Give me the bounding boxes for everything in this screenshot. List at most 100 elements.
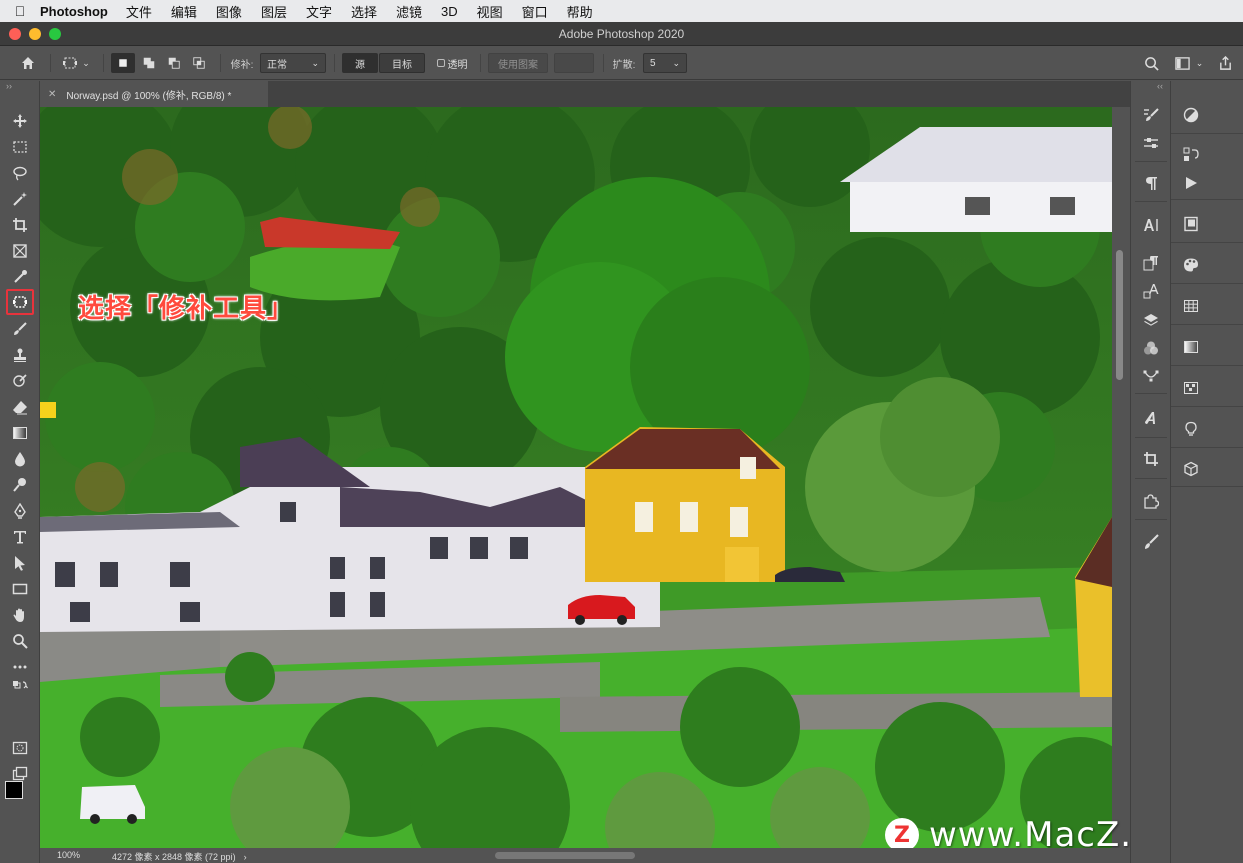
- menu-file[interactable]: 文件: [126, 2, 152, 21]
- menu-layer[interactable]: 图层: [261, 2, 287, 21]
- more-tools-icon[interactable]: [8, 656, 32, 678]
- patch-preset-icon: [63, 57, 78, 69]
- eraser-tool-icon[interactable]: [8, 396, 32, 418]
- share-icon[interactable]: [1214, 53, 1236, 73]
- crop-tool-icon[interactable]: [8, 214, 32, 236]
- quick-mask-icon[interactable]: [8, 737, 32, 759]
- menu-filter[interactable]: 滤镜: [396, 2, 422, 21]
- target-button[interactable]: 目标: [379, 53, 425, 73]
- gradients-icon[interactable]: [1181, 337, 1201, 357]
- channels-icon[interactable]: [1141, 338, 1161, 358]
- paths-icon[interactable]: [1141, 366, 1161, 386]
- history-icon[interactable]: [1181, 145, 1201, 165]
- add-selection-button[interactable]: [138, 53, 160, 73]
- color-swatches[interactable]: [5, 781, 35, 811]
- use-pattern-button[interactable]: 使用图案: [488, 53, 548, 73]
- vertical-scrollbar-thumb[interactable]: [1116, 250, 1123, 380]
- blur-tool-icon[interactable]: [8, 448, 32, 470]
- magic-wand-tool-icon[interactable]: [8, 188, 32, 210]
- dodge-tool-icon[interactable]: [8, 474, 32, 496]
- patch-tool-icon[interactable]: [6, 289, 34, 315]
- chevron-down-icon: ⌄: [82, 57, 90, 68]
- pen-tool-icon[interactable]: [8, 500, 32, 522]
- actions-play-icon[interactable]: [1181, 173, 1201, 193]
- intersect-selection-icon: [193, 57, 205, 69]
- zoom-level[interactable]: 100%: [57, 850, 80, 860]
- menu-image[interactable]: 图像: [216, 2, 242, 21]
- intersect-selection-button[interactable]: [188, 53, 210, 73]
- brush-tool-icon[interactable]: [8, 318, 32, 340]
- menu-select[interactable]: 选择: [351, 2, 377, 21]
- patterns-icon[interactable]: [1181, 378, 1201, 398]
- tool-presets-icon[interactable]: [1141, 532, 1161, 552]
- vertical-scrollbar[interactable]: [1112, 107, 1130, 848]
- swatches-grid-icon[interactable]: [1181, 296, 1201, 316]
- paragraph-icon[interactable]: [1141, 173, 1161, 193]
- tool-preset-picker[interactable]: ⌄: [56, 53, 96, 73]
- diffusion-select[interactable]: 5 ⌄: [643, 53, 687, 73]
- history-brush-tool-icon[interactable]: [8, 370, 32, 392]
- 3d-icon[interactable]: [1181, 459, 1201, 479]
- zoom-tool-icon[interactable]: [8, 630, 32, 652]
- paragraph-styles-icon[interactable]: [1141, 253, 1161, 273]
- frame-tool-icon[interactable]: [8, 240, 32, 262]
- subtract-selection-button[interactable]: [163, 53, 185, 73]
- brushes-icon[interactable]: [1141, 133, 1161, 153]
- home-icon[interactable]: [14, 53, 42, 73]
- collapse-toolbar-icon[interactable]: ››: [6, 81, 12, 91]
- rectangle-tool-icon[interactable]: [8, 578, 32, 600]
- move-tool-icon[interactable]: [8, 110, 32, 132]
- menu-type[interactable]: 文字: [306, 2, 332, 21]
- patch-mode-select[interactable]: 正常 ⌄: [260, 53, 326, 73]
- pattern-picker[interactable]: [554, 53, 594, 73]
- collapse-panels-icon[interactable]: ‹‹: [1157, 81, 1163, 91]
- patch-mode-value: 正常: [267, 59, 287, 71]
- chevron-down-icon: ⌄: [311, 57, 319, 68]
- color-palette-icon[interactable]: [1181, 255, 1201, 275]
- menu-view[interactable]: 视图: [477, 2, 503, 21]
- transparent-checkbox[interactable]: 透明: [432, 53, 472, 73]
- document-canvas[interactable]: [40, 107, 1112, 848]
- add-selection-icon: [143, 57, 155, 69]
- transparent-label: 透明: [447, 59, 468, 71]
- document-info[interactable]: 4272 像素 x 2848 像素 (72 ppi) ›: [112, 850, 247, 863]
- menu-app-name[interactable]: Photoshop: [40, 4, 108, 19]
- diffusion-value: 5: [650, 57, 656, 69]
- source-button[interactable]: 源: [342, 53, 378, 73]
- path-selection-tool-icon[interactable]: [8, 552, 32, 574]
- chevron-down-icon: ⌄: [1195, 57, 1204, 68]
- glyphs-icon[interactable]: [1141, 408, 1161, 428]
- search-icon[interactable]: [1140, 53, 1162, 73]
- apple-icon[interactable]: : [0, 3, 40, 19]
- status-bar: 100% 4272 像素 x 2848 像素 (72 ppi) ›: [40, 848, 1130, 863]
- gradient-tool-icon[interactable]: [8, 422, 32, 444]
- menu-help[interactable]: 帮助: [567, 2, 593, 21]
- swap-colors-icon[interactable]: [8, 679, 32, 695]
- menu-edit[interactable]: 编辑: [171, 2, 197, 21]
- document-tab[interactable]: ✕ Norway.psd @ 100% (修补, RGB/8) *: [40, 81, 268, 107]
- character-styles-icon[interactable]: [1141, 281, 1161, 301]
- character-icon[interactable]: [1141, 215, 1161, 235]
- libraries-icon[interactable]: [1181, 214, 1201, 234]
- libraries-puzzle-icon[interactable]: [1141, 491, 1161, 511]
- properties-crop-icon[interactable]: [1141, 449, 1161, 469]
- learn-lightbulb-icon[interactable]: [1181, 419, 1201, 439]
- lasso-tool-icon[interactable]: [8, 162, 32, 184]
- workspace-switcher[interactable]: ⌄: [1170, 53, 1208, 73]
- patch-label: 修补:: [230, 59, 254, 71]
- new-selection-icon: [119, 59, 127, 67]
- layers-icon[interactable]: [1141, 310, 1161, 330]
- adjustments-icon[interactable]: [1181, 105, 1201, 125]
- horizontal-scrollbar-thumb[interactable]: [495, 852, 635, 859]
- menu-3d[interactable]: 3D: [441, 4, 458, 19]
- menu-window[interactable]: 窗口: [522, 2, 548, 21]
- close-tab-icon[interactable]: ✕: [48, 89, 56, 100]
- eyedropper-tool-icon[interactable]: [8, 266, 32, 288]
- type-tool-icon[interactable]: [8, 526, 32, 548]
- brush-settings-icon[interactable]: [1141, 105, 1161, 125]
- marquee-tool-icon[interactable]: [8, 136, 32, 158]
- screen-mode-icon[interactable]: [8, 763, 32, 785]
- stamp-tool-icon[interactable]: [8, 344, 32, 366]
- new-selection-button[interactable]: [111, 53, 135, 73]
- hand-tool-icon[interactable]: [8, 604, 32, 626]
